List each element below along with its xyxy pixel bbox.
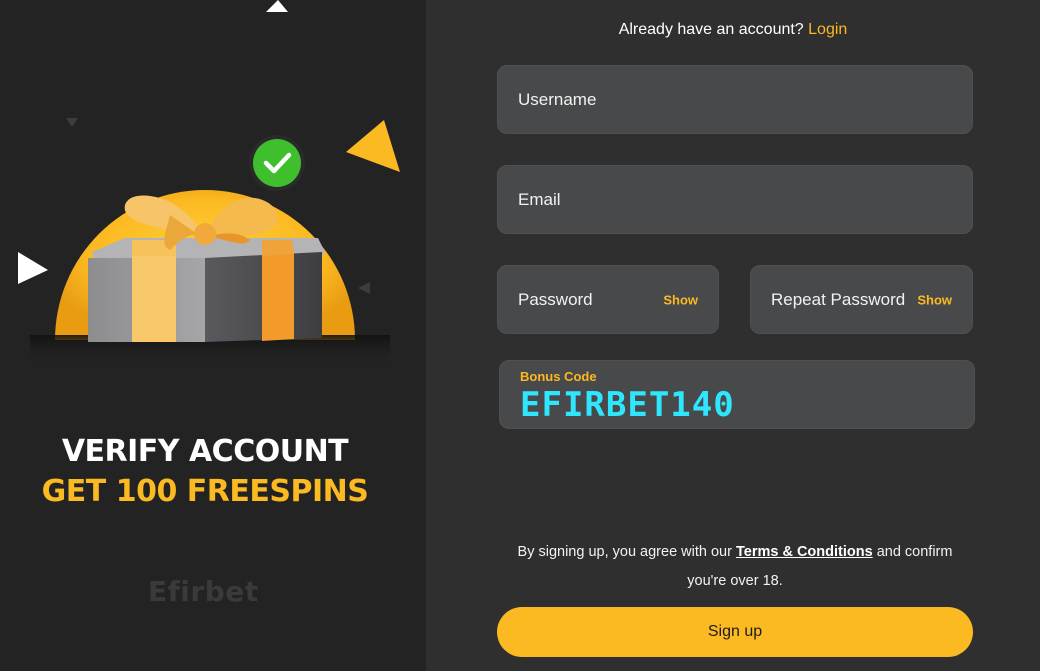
repeat-password-show-toggle[interactable]: Show bbox=[917, 292, 952, 307]
triangle-icon bbox=[66, 118, 78, 127]
bonus-code-field[interactable]: Bonus Code EFIRBET140 bbox=[499, 360, 975, 429]
triangle-icon bbox=[358, 282, 370, 294]
promo-subtitle: GET 100 FREESPINS bbox=[41, 474, 369, 509]
repeat-password-placeholder: Repeat Password bbox=[771, 289, 906, 309]
check-badge-icon bbox=[249, 135, 305, 191]
gift-illustration bbox=[18, 0, 400, 365]
password-field[interactable]: Password Show bbox=[497, 265, 719, 334]
login-link[interactable]: Login bbox=[808, 21, 847, 38]
password-show-toggle[interactable]: Show bbox=[663, 292, 698, 307]
username-placeholder: Username bbox=[518, 89, 597, 109]
bonus-code-value: EFIRBET140 bbox=[520, 385, 735, 425]
email-field[interactable]: Email bbox=[497, 165, 973, 234]
terms-link[interactable]: Terms & Conditions bbox=[736, 544, 873, 560]
password-placeholder: Password bbox=[518, 289, 593, 309]
username-field[interactable]: Username bbox=[497, 65, 973, 134]
terms-prefix: By signing up, you agree with our bbox=[517, 544, 732, 560]
promo-title: VERIFY ACCOUNT bbox=[61, 434, 349, 469]
terms-notice: By signing up, you agree with our Terms … bbox=[497, 538, 973, 596]
bonus-code-label: Bonus Code bbox=[520, 369, 597, 384]
signup-button[interactable]: Sign up bbox=[497, 607, 973, 657]
gift-box bbox=[88, 238, 325, 342]
email-placeholder: Email bbox=[518, 189, 561, 209]
triangle-icon bbox=[18, 252, 48, 284]
repeat-password-field[interactable]: Repeat Password Show bbox=[750, 265, 973, 334]
login-prompt-text: Already have an account? bbox=[618, 21, 804, 38]
triangle-icon bbox=[346, 120, 400, 172]
login-prompt: Already have an account? Login bbox=[426, 21, 1040, 39]
triangle-icon bbox=[266, 0, 288, 12]
efirbet-logo: Efirbet bbox=[148, 575, 259, 608]
promo-panel: VERIFY ACCOUNT GET 100 FREESPINS Efirbet bbox=[0, 0, 426, 671]
